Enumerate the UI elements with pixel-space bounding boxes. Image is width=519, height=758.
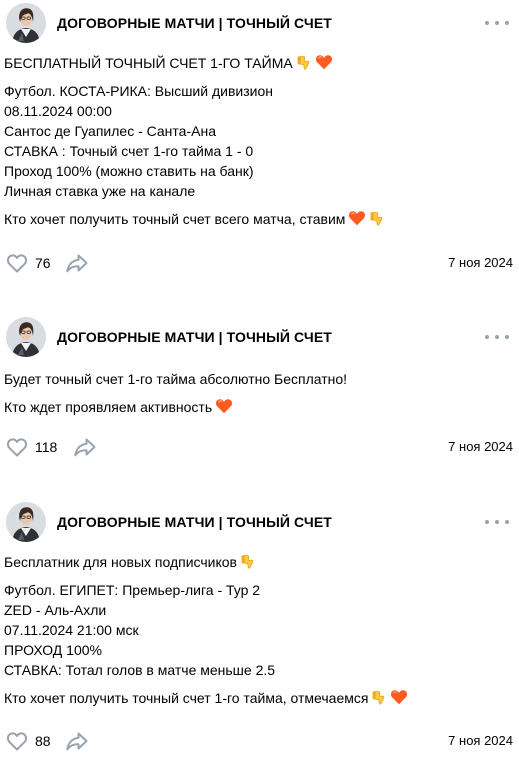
body-line: ПРОХОД 100% bbox=[4, 642, 102, 658]
body-line: Личная ставка уже на канале bbox=[4, 183, 196, 199]
post-title: Бесплатник для новых подписчиков bbox=[4, 554, 237, 570]
like-count: 76 bbox=[35, 255, 51, 271]
body-line: Футбол. КОСТА-РИКА: Высший дивизион bbox=[4, 83, 273, 99]
thumbs-down-emoji bbox=[371, 688, 387, 706]
call-to-action-text: Кто хочет получить точный счет всего мат… bbox=[4, 211, 346, 227]
share-arrow-icon bbox=[64, 729, 90, 753]
share-button[interactable] bbox=[72, 435, 98, 459]
more-dots-icon[interactable] bbox=[485, 515, 509, 529]
orange-heart-emoji bbox=[215, 397, 233, 415]
post-text: БЕСПЛАТНЫЙ ТОЧНЫЙ СЧЕТ 1-ГО ТАЙМА Футбол… bbox=[4, 53, 385, 229]
post-body: Футбол. КОСТА-РИКА: Высший дивизион 08.1… bbox=[4, 81, 385, 201]
post-title-line: Будет точный счет 1-го тайма абсолютно Б… bbox=[4, 369, 347, 389]
like-button[interactable]: 88 bbox=[5, 729, 51, 753]
channel-name[interactable]: ДОГОВОРНЫЕ МАТЧИ | ТОЧНЫЙ СЧЕТ bbox=[57, 329, 332, 345]
body-line: 07.11.2024 21:00 мск bbox=[4, 622, 139, 638]
heart-outline-icon bbox=[5, 729, 29, 753]
post-title-line: Бесплатник для новых подписчиков bbox=[4, 552, 408, 572]
like-button[interactable]: 76 bbox=[5, 251, 51, 275]
call-to-action: Кто хочет получить точный счет всего мат… bbox=[4, 209, 385, 229]
more-dots-icon[interactable] bbox=[485, 330, 509, 344]
heart-outline-icon bbox=[5, 435, 29, 459]
heart-outline-icon bbox=[5, 251, 29, 275]
thumbs-down-emoji bbox=[296, 53, 312, 71]
orange-heart-emoji bbox=[315, 53, 333, 71]
call-to-action-text: Кто хочет получить точный счет 1-го тайм… bbox=[4, 690, 369, 706]
more-dots-icon[interactable] bbox=[485, 16, 509, 30]
orange-heart-emoji bbox=[390, 688, 408, 706]
post-date[interactable]: 7 ноя 2024 bbox=[448, 733, 513, 748]
call-to-action: Кто хочет получить точный счет 1-го тайм… bbox=[4, 688, 408, 708]
post-2: ДОГОВОРНЫЕ МАТЧИ | ТОЧНЫЙ СЧЕТ Будет точ… bbox=[0, 317, 519, 465]
post-date[interactable]: 7 ноя 2024 bbox=[448, 255, 513, 270]
body-line: 08.11.2024 00:00 bbox=[4, 103, 112, 119]
post-body: Футбол. ЕГИПЕТ: Премьер-лига - Тур 2 ZED… bbox=[4, 580, 408, 680]
call-to-action-text: Кто ждет проявляем активность bbox=[4, 399, 213, 415]
post-title-line: БЕСПЛАТНЫЙ ТОЧНЫЙ СЧЕТ 1-ГО ТАЙМА bbox=[4, 53, 385, 73]
post-3: ДОГОВОРНЫЕ МАТЧИ | ТОЧНЫЙ СЧЕТ Бесплатни… bbox=[0, 502, 519, 753]
body-line: СТАВКА : Точный счет 1-го тайма 1 - 0 bbox=[4, 143, 254, 159]
thumbs-down-emoji bbox=[369, 209, 385, 227]
share-arrow-icon bbox=[72, 435, 98, 459]
post-1: ДОГОВОРНЫЕ МАТЧИ | ТОЧНЫЙ СЧЕТ БЕСПЛАТНЫ… bbox=[0, 3, 519, 275]
like-count: 88 bbox=[35, 733, 51, 749]
share-button[interactable] bbox=[64, 251, 90, 275]
body-line: ZED - Аль-Ахли bbox=[4, 602, 107, 618]
like-count: 118 bbox=[35, 439, 58, 455]
call-to-action: Кто ждет проявляем активность bbox=[4, 397, 347, 417]
post-header: ДОГОВОРНЫЕ МАТЧИ | ТОЧНЫЙ СЧЕТ bbox=[0, 317, 519, 357]
channel-name[interactable]: ДОГОВОРНЫЕ МАТЧИ | ТОЧНЫЙ СЧЕТ bbox=[57, 514, 332, 530]
post-title: Будет точный счет 1-го тайма абсолютно Б… bbox=[4, 371, 348, 387]
avatar[interactable] bbox=[6, 502, 46, 542]
orange-heart-emoji bbox=[348, 209, 366, 227]
avatar[interactable] bbox=[6, 317, 46, 357]
share-arrow-icon bbox=[64, 251, 90, 275]
body-line: Проход 100% (можно ставить на банк) bbox=[4, 163, 254, 179]
channel-name[interactable]: ДОГОВОРНЫЕ МАТЧИ | ТОЧНЫЙ СЧЕТ bbox=[57, 15, 332, 31]
post-footer: 76 7 ноя 2024 bbox=[0, 248, 519, 278]
body-line: Футбол. ЕГИПЕТ: Премьер-лига - Тур 2 bbox=[4, 582, 261, 598]
post-footer: 118 7 ноя 2024 bbox=[0, 432, 519, 462]
body-line: СТАВКА: Тотал голов в матче меньше 2.5 bbox=[4, 662, 276, 678]
post-text: Бесплатник для новых подписчиков Футбол.… bbox=[4, 552, 408, 708]
avatar[interactable] bbox=[6, 3, 46, 43]
thumbs-down-emoji bbox=[240, 552, 256, 570]
post-date[interactable]: 7 ноя 2024 bbox=[448, 439, 513, 454]
post-text: Будет точный счет 1-го тайма абсолютно Б… bbox=[4, 369, 347, 417]
like-button[interactable]: 118 bbox=[5, 435, 57, 459]
post-header: ДОГОВОРНЫЕ МАТЧИ | ТОЧНЫЙ СЧЕТ bbox=[0, 502, 519, 542]
post-footer: 88 7 ноя 2024 bbox=[0, 726, 519, 756]
body-line: Сантос де Гуапилес - Санта-Ана bbox=[4, 123, 216, 139]
post-title: БЕСПЛАТНЫЙ ТОЧНЫЙ СЧЕТ 1-ГО ТАЙМА bbox=[4, 55, 293, 71]
post-header: ДОГОВОРНЫЕ МАТЧИ | ТОЧНЫЙ СЧЕТ bbox=[0, 3, 519, 43]
share-button[interactable] bbox=[64, 729, 90, 753]
